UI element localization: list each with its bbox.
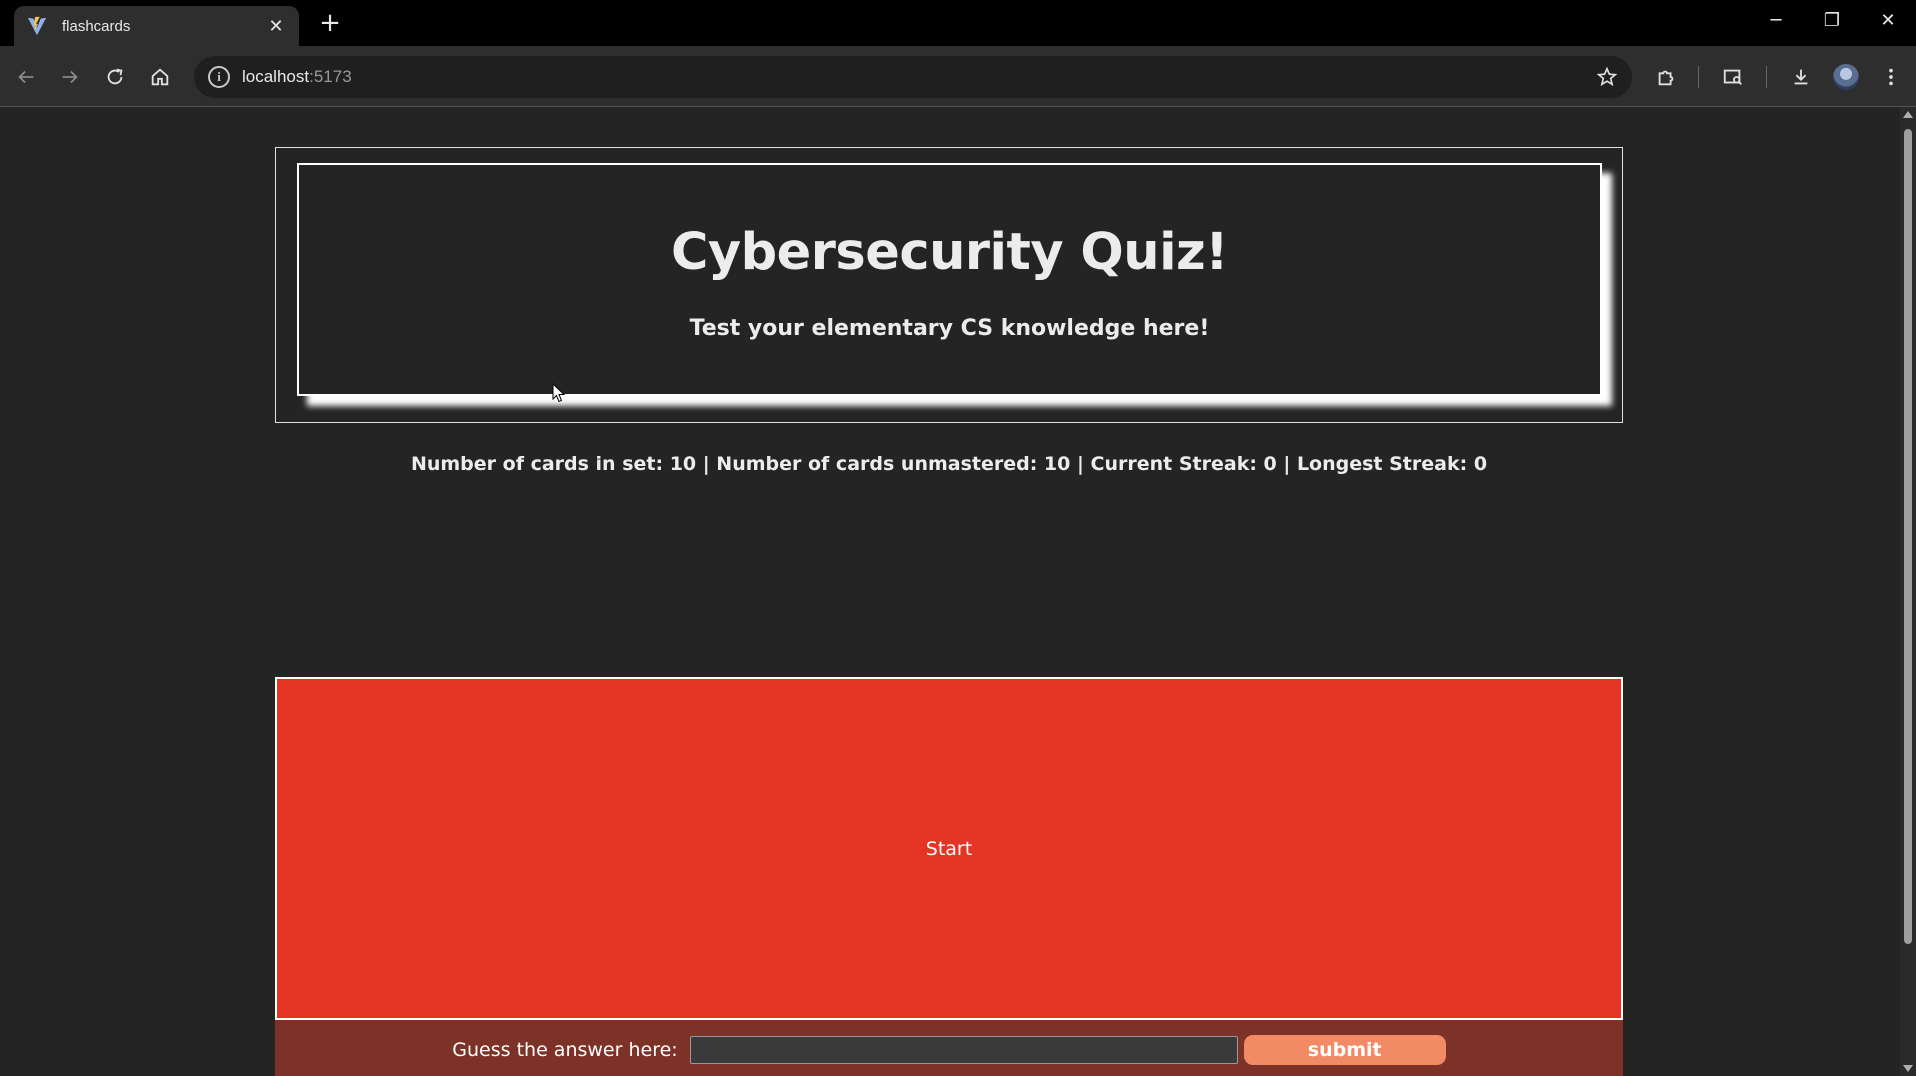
minimize-icon[interactable]: ─ (1756, 6, 1796, 36)
toolbar-separator (1766, 66, 1767, 88)
scroll-up-arrow-icon[interactable] (1903, 111, 1913, 118)
arrow-left-icon (18, 70, 34, 84)
stats-line: Number of cards in set: 10 | Number of c… (410, 453, 1488, 475)
reload-button[interactable] (100, 62, 130, 92)
extensions-button[interactable] (1651, 62, 1681, 92)
header-frame: Cybersecurity Quiz! Test your elementary… (275, 147, 1623, 423)
tab-strip: flashcards ✕ + ─ ❐ ✕ (0, 0, 1916, 46)
tab-title: flashcards (62, 17, 131, 35)
profile-avatar[interactable] (1833, 64, 1859, 90)
restore-icon[interactable]: ❐ (1812, 6, 1852, 36)
vite-logo-icon (27, 16, 47, 36)
guess-form: Guess the answer here: submit (275, 1020, 1623, 1076)
arrow-right-icon (62, 70, 78, 84)
scroll-down-arrow-icon[interactable] (1903, 1065, 1913, 1072)
browser-tab[interactable]: flashcards ✕ (14, 6, 299, 46)
url-host: localhost (242, 67, 310, 86)
info-icon[interactable]: i (208, 66, 230, 88)
address-bar[interactable]: i localhost:5173 (194, 56, 1632, 98)
page-title: Cybersecurity Quiz! (670, 223, 1229, 282)
back-button[interactable] (11, 62, 41, 92)
kebab-menu-icon (1889, 68, 1893, 86)
close-window-icon[interactable]: ✕ (1868, 6, 1908, 36)
mouse-cursor-icon (552, 383, 566, 403)
submit-button[interactable]: submit (1243, 1035, 1446, 1065)
puzzle-icon (1658, 70, 1674, 86)
page-viewport: Cybersecurity Quiz! Test your elementary… (0, 107, 1900, 1076)
downloads-button[interactable] (1786, 62, 1816, 92)
flashcard-text: Start (925, 837, 973, 860)
header-card: Cybersecurity Quiz! Test your elementary… (297, 163, 1602, 396)
close-tab-icon[interactable]: ✕ (265, 16, 287, 37)
vertical-scrollbar[interactable] (1900, 107, 1916, 1076)
guess-label: Guess the answer here: (452, 1039, 678, 1061)
tab-search-icon (1723, 69, 1742, 85)
new-tab-button[interactable]: + (316, 9, 344, 37)
home-button[interactable] (145, 62, 175, 92)
browser-menu-button[interactable] (1876, 62, 1906, 92)
flashcard[interactable]: Start (275, 677, 1623, 1020)
guess-input[interactable] (689, 1036, 1238, 1064)
download-icon (1794, 69, 1808, 85)
reload-icon (107, 68, 123, 85)
browser-toolbar: i localhost:5173 (0, 46, 1916, 107)
url-port: :5173 (309, 67, 352, 86)
scroll-thumb[interactable] (1904, 129, 1912, 944)
tab-search-button[interactable] (1718, 62, 1748, 92)
star-icon[interactable] (1596, 66, 1618, 88)
forward-button[interactable] (55, 62, 85, 92)
page-subtitle: Test your elementary CS knowledge here! (689, 316, 1210, 341)
toolbar-separator (1698, 66, 1699, 88)
home-icon (151, 68, 169, 86)
